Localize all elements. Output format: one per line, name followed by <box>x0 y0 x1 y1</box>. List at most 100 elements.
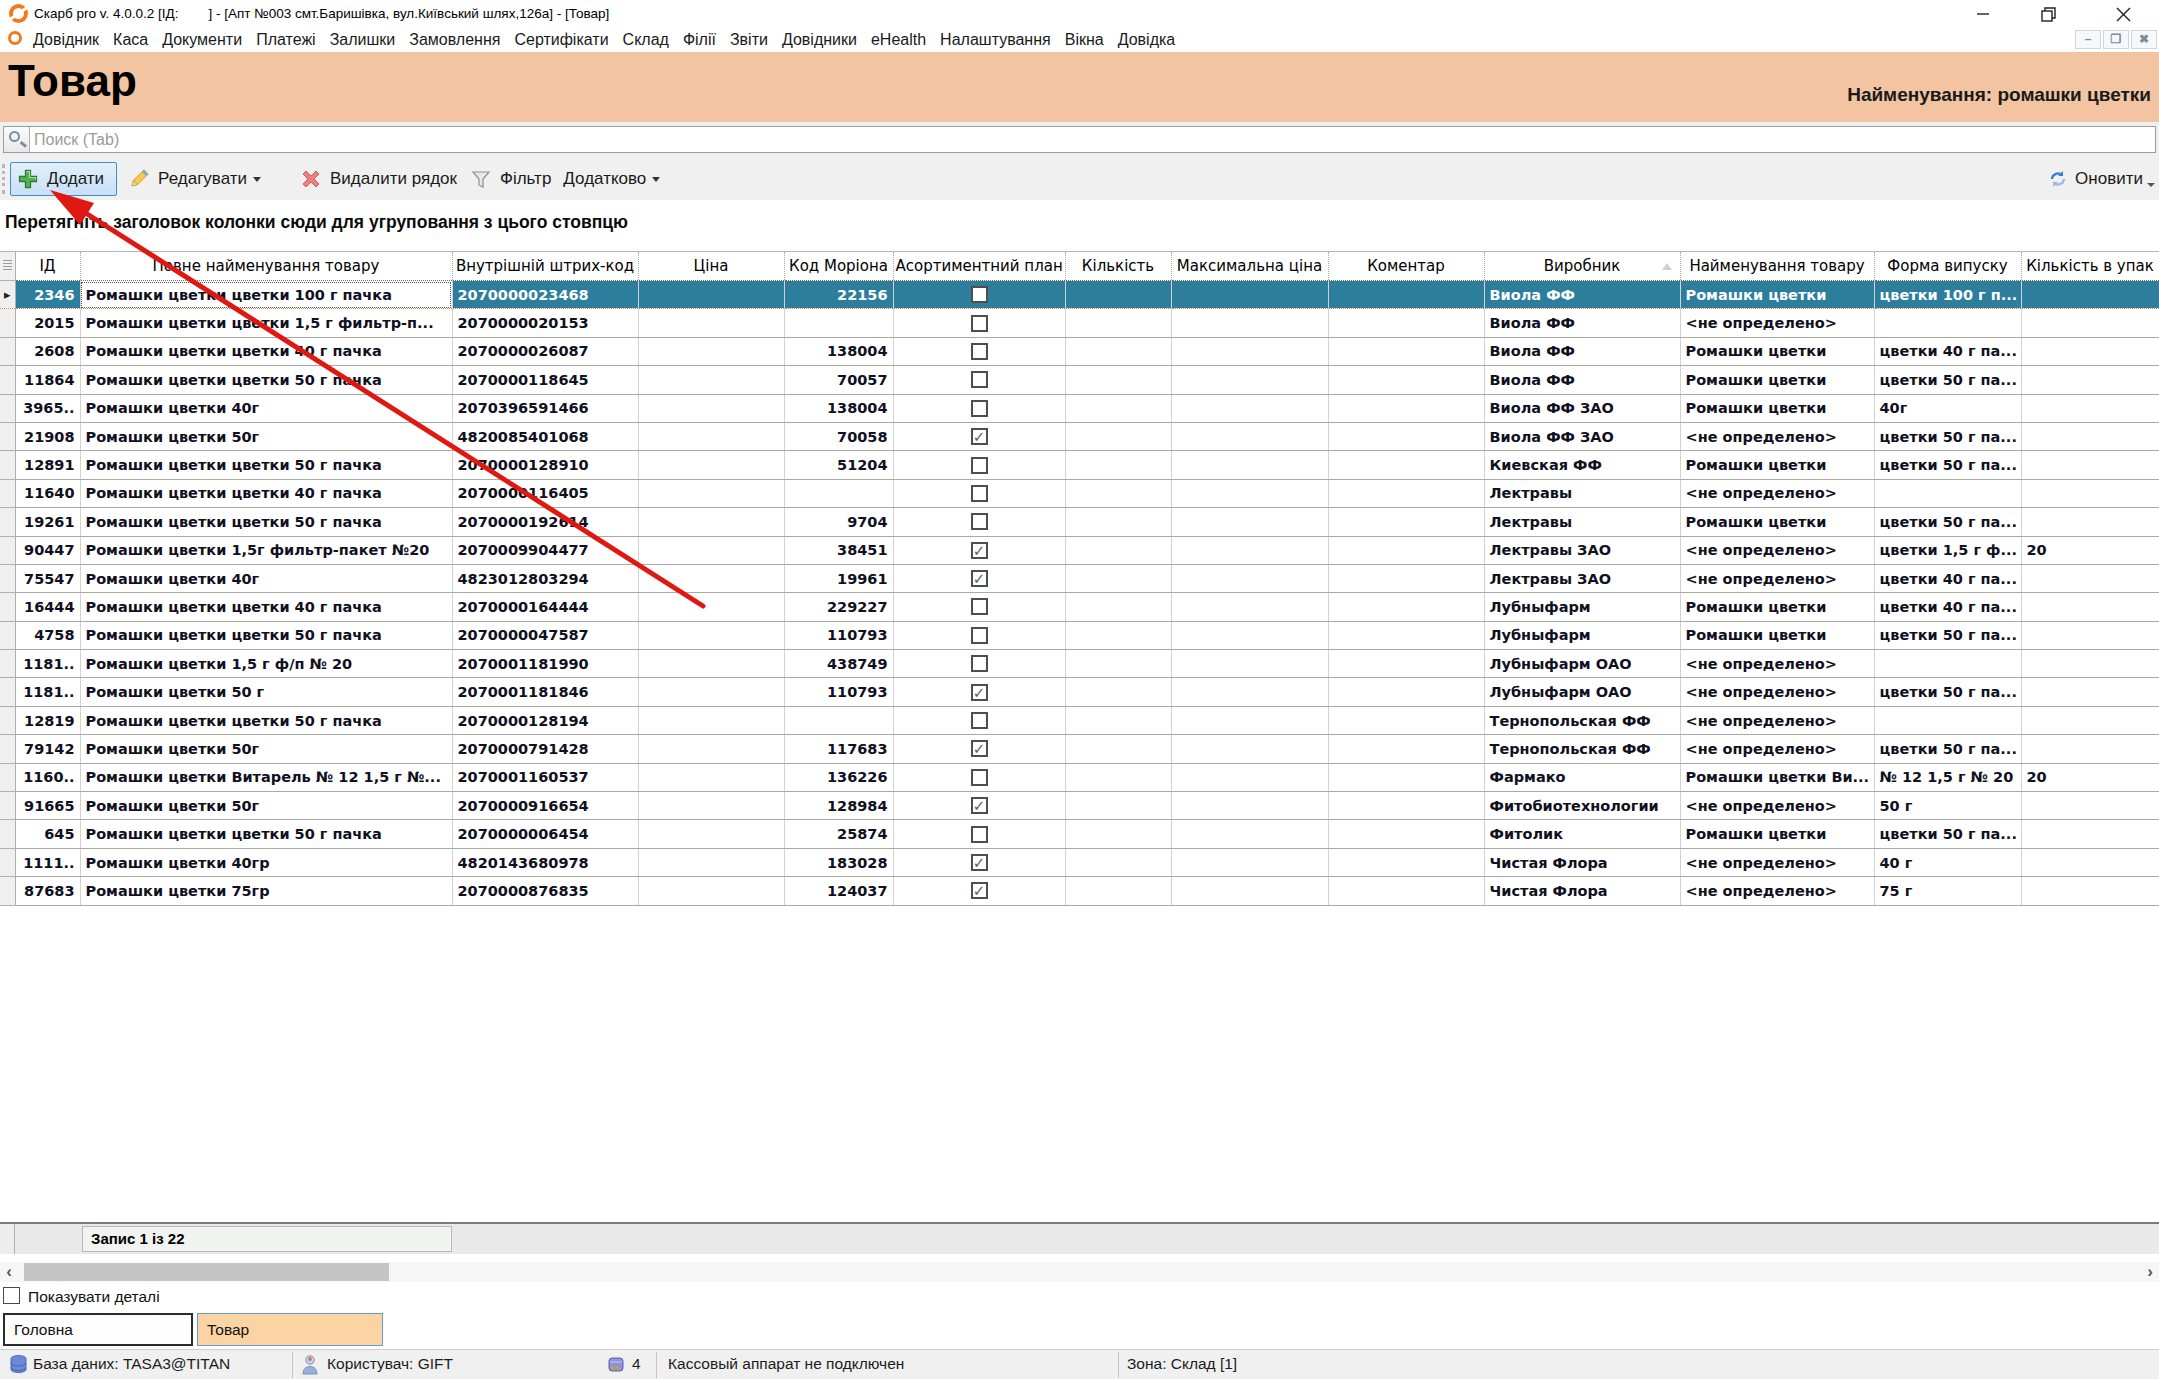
cell-prodname[interactable]: <не определено> <box>1680 792 1874 820</box>
cell-price[interactable] <box>638 621 784 649</box>
cell-packqty[interactable] <box>2021 508 2159 536</box>
cell-marker[interactable] <box>0 678 15 706</box>
cell-assort[interactable]: ✓ <box>893 792 1065 820</box>
cell-name[interactable]: Ромашки цветки цветки 1,5 г фильтр-п... <box>80 309 452 337</box>
cell-barcode[interactable]: 2070000916654 <box>452 792 638 820</box>
cell-marker[interactable] <box>0 593 15 621</box>
cell-producer[interactable]: Лубныфарм ОАО <box>1484 678 1680 706</box>
column-header-packqty[interactable]: Кількість в упак <box>2021 252 2159 281</box>
cell-producer[interactable]: Киевская ФФ <box>1484 451 1680 479</box>
cell-morion[interactable] <box>784 309 893 337</box>
cell-id[interactable]: 1181.. <box>15 650 80 678</box>
cell-assort[interactable] <box>893 394 1065 422</box>
cell-form[interactable]: цветки 40 г па... <box>1874 593 2021 621</box>
mdi-close-button[interactable]: ✖ <box>2131 30 2157 49</box>
cell-assort[interactable] <box>893 366 1065 394</box>
cell-packqty[interactable] <box>2021 281 2159 309</box>
cell-maxprice[interactable] <box>1171 848 1328 876</box>
cell-assort[interactable] <box>893 650 1065 678</box>
cell-id[interactable]: 75547 <box>15 564 80 592</box>
cell-barcode[interactable]: 2070000791428 <box>452 735 638 763</box>
cell-barcode[interactable]: 2070000192614 <box>452 508 638 536</box>
cell-name[interactable]: Ромашки цветки 75гр <box>80 877 452 905</box>
cell-price[interactable] <box>638 366 784 394</box>
cell-packqty[interactable] <box>2021 678 2159 706</box>
menu-dovidka[interactable]: Довідка <box>1118 31 1176 49</box>
tab-holovna[interactable]: Головна <box>3 1313 193 1346</box>
cell-maxprice[interactable] <box>1171 820 1328 848</box>
assortment-checkbox-checked[interactable]: ✓ <box>971 570 988 587</box>
cell-producer[interactable]: Виола ФФ ЗАО <box>1484 394 1680 422</box>
cell-id[interactable]: 11640 <box>15 479 80 507</box>
cell-assort[interactable] <box>893 309 1065 337</box>
cell-name[interactable]: Ромашки цветки 40г <box>80 564 452 592</box>
menu-dovidnyky[interactable]: Довідники <box>782 31 857 49</box>
cell-packqty[interactable]: 20 <box>2021 763 2159 791</box>
cell-comment[interactable] <box>1328 593 1484 621</box>
cell-id[interactable]: 1181.. <box>15 678 80 706</box>
cell-marker[interactable] <box>0 792 15 820</box>
cell-id[interactable]: 2346 <box>15 281 80 309</box>
cell-maxprice[interactable] <box>1171 706 1328 734</box>
cell-marker[interactable] <box>0 564 15 592</box>
cell-maxprice[interactable] <box>1171 564 1328 592</box>
cell-price[interactable] <box>638 508 784 536</box>
menu-kasa[interactable]: Каса <box>113 31 148 49</box>
cell-form[interactable]: цветки 50 г па... <box>1874 621 2021 649</box>
cell-form[interactable]: 40 г <box>1874 848 2021 876</box>
cell-prodname[interactable]: <не определено> <box>1680 848 1874 876</box>
refresh-button[interactable]: Оновити <box>2048 158 2155 200</box>
cell-assort[interactable]: ✓ <box>893 564 1065 592</box>
cell-packqty[interactable] <box>2021 451 2159 479</box>
cell-price[interactable] <box>638 281 784 309</box>
cell-form[interactable]: цветки 50 г па... <box>1874 508 2021 536</box>
menu-zalyshky[interactable]: Залишки <box>330 31 396 49</box>
cell-comment[interactable] <box>1328 650 1484 678</box>
cell-prodname[interactable]: <не определено> <box>1680 309 1874 337</box>
cell-id[interactable]: 1160.. <box>15 763 80 791</box>
cell-qty[interactable] <box>1065 593 1171 621</box>
cell-assort[interactable] <box>893 593 1065 621</box>
assortment-checkbox-unchecked[interactable] <box>971 371 988 388</box>
menu-sertyfikaty[interactable]: Сертифікати <box>514 31 608 49</box>
cell-barcode[interactable]: 2070000116405 <box>452 479 638 507</box>
cell-prodname[interactable]: <не определено> <box>1680 877 1874 905</box>
menu-vikna[interactable]: Вікна <box>1065 31 1104 49</box>
cell-prodname[interactable]: Ромашки цветки <box>1680 593 1874 621</box>
cell-marker[interactable]: ▸ <box>0 281 15 309</box>
cell-form[interactable]: 50 г <box>1874 792 2021 820</box>
cell-comment[interactable] <box>1328 309 1484 337</box>
cell-prodname[interactable]: <не определено> <box>1680 536 1874 564</box>
assortment-checkbox-checked[interactable]: ✓ <box>971 854 988 871</box>
cell-assort[interactable]: ✓ <box>893 848 1065 876</box>
cell-comment[interactable] <box>1328 792 1484 820</box>
cell-price[interactable] <box>638 337 784 365</box>
cell-id[interactable]: 11864 <box>15 366 80 394</box>
menu-zamovlennia[interactable]: Замовлення <box>409 31 500 49</box>
cell-name[interactable]: Ромашки цветки 40гр <box>80 848 452 876</box>
cell-assort[interactable] <box>893 763 1065 791</box>
cell-maxprice[interactable] <box>1171 792 1328 820</box>
cell-prodname[interactable]: Ромашки цветки <box>1680 451 1874 479</box>
cell-qty[interactable] <box>1065 678 1171 706</box>
cell-assort[interactable]: ✓ <box>893 877 1065 905</box>
column-header-morion[interactable]: Код Моріона <box>784 252 893 281</box>
cell-qty[interactable] <box>1065 479 1171 507</box>
cell-producer[interactable]: Чистая Флора <box>1484 848 1680 876</box>
cell-marker[interactable] <box>0 621 15 649</box>
assortment-checkbox-unchecked[interactable] <box>971 343 988 360</box>
cell-marker[interactable] <box>0 706 15 734</box>
cell-name[interactable]: Ромашки цветки 40г <box>80 394 452 422</box>
search-input[interactable] <box>34 128 2034 151</box>
cell-name[interactable]: Ромашки цветки цветки 50 г пачка <box>80 621 452 649</box>
cell-name[interactable]: Ромашки цветки Витарель № 12 1,5 г №... <box>80 763 452 791</box>
cell-form[interactable]: цветки 50 г па... <box>1874 366 2021 394</box>
cell-barcode[interactable]: 2070001181990 <box>452 650 638 678</box>
cell-comment[interactable] <box>1328 394 1484 422</box>
cell-maxprice[interactable] <box>1171 451 1328 479</box>
cell-morion[interactable]: 110793 <box>784 621 893 649</box>
assortment-checkbox-checked[interactable]: ✓ <box>971 797 988 814</box>
cell-qty[interactable] <box>1065 820 1171 848</box>
cell-morion[interactable]: 19961 <box>784 564 893 592</box>
cell-prodname[interactable]: <не определено> <box>1680 678 1874 706</box>
